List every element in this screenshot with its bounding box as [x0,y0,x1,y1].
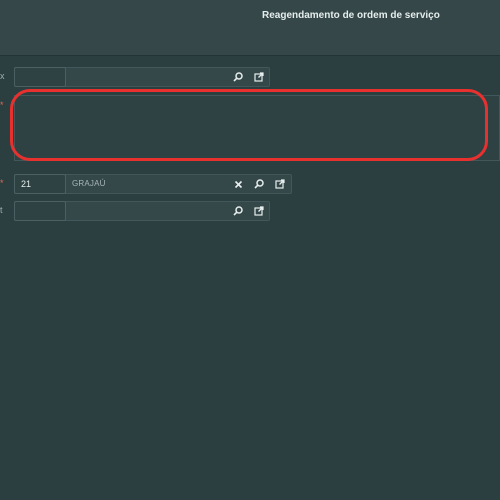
text-area-field[interactable] [14,95,500,161]
clear-icon[interactable] [231,177,245,191]
search-icon[interactable] [231,204,245,218]
lookup-row-1: x [0,67,270,87]
search-icon[interactable] [252,177,266,191]
lookup-row-4: t [0,201,270,221]
code-input-3[interactable]: 21 [14,174,66,194]
required-marker: * [0,100,4,110]
code-input-1[interactable] [14,67,66,87]
description-text-3: GRAJAÚ [72,179,106,188]
open-external-icon[interactable] [252,204,266,218]
dialog-title: Reagendamento de ordem de serviço [262,10,440,21]
dialog-header: Reagendamento de ordem de serviço [0,0,500,56]
code-input-4[interactable] [14,201,66,221]
lookup-row-3: * 21 GRAJAÚ [0,174,292,194]
field-label: x [0,71,5,81]
open-external-icon[interactable] [252,70,266,84]
open-external-icon[interactable] [273,177,287,191]
search-icon[interactable] [231,70,245,84]
field-label: * [0,178,4,188]
field-label: t [0,205,3,215]
